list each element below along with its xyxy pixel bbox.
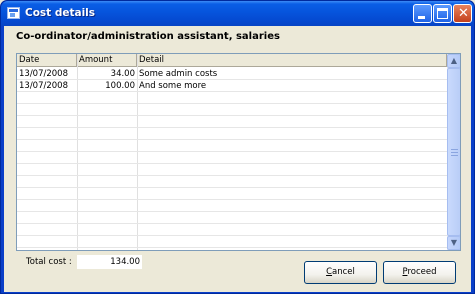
cell-detail[interactable]: Some admin costs bbox=[139, 68, 439, 80]
app-icon[interactable] bbox=[7, 7, 20, 19]
table-row-empty[interactable] bbox=[17, 104, 447, 116]
chevron-up-icon: ▲ bbox=[450, 56, 458, 65]
table-row-empty[interactable] bbox=[17, 152, 447, 164]
page-title: Co-ordinator/administration assistant, s… bbox=[16, 31, 280, 42]
scroll-down-button[interactable]: ▼ bbox=[447, 236, 460, 250]
grid-rows: 13/07/2008 34.00 Some admin costs 13/07/… bbox=[17, 68, 447, 250]
proceed-label: roceed bbox=[407, 267, 437, 277]
grip-icon bbox=[451, 149, 458, 156]
grid-header: Date Amount Detail bbox=[17, 54, 447, 67]
close-icon: ✕ bbox=[458, 6, 469, 21]
total-cost-value: 134.00 bbox=[77, 255, 142, 269]
scroll-up-button[interactable]: ▲ bbox=[447, 54, 460, 68]
maximize-icon bbox=[437, 8, 448, 19]
column-header-date[interactable]: Date bbox=[17, 54, 77, 67]
cell-date[interactable]: 13/07/2008 bbox=[19, 80, 77, 92]
maximize-button[interactable] bbox=[433, 4, 452, 23]
cell-amount[interactable]: 100.00 bbox=[77, 80, 135, 92]
vertical-scrollbar[interactable]: ▲ ▼ bbox=[447, 54, 460, 250]
table-row-empty[interactable] bbox=[17, 140, 447, 152]
title-bar[interactable]: Cost details ✕ bbox=[1, 1, 474, 26]
scroll-thumb[interactable] bbox=[447, 68, 460, 236]
chevron-down-icon: ▼ bbox=[450, 238, 458, 247]
table-row-empty[interactable] bbox=[17, 92, 447, 104]
proceed-button[interactable]: Proceed bbox=[383, 261, 456, 284]
dialog-body: Co-ordinator/administration assistant, s… bbox=[4, 26, 471, 292]
total-cost-label: Total cost : bbox=[26, 257, 72, 267]
close-button[interactable]: ✕ bbox=[453, 4, 472, 23]
table-row[interactable]: 13/07/2008 100.00 And some more bbox=[17, 80, 447, 92]
table-row-empty[interactable] bbox=[17, 164, 447, 176]
minimize-button[interactable] bbox=[413, 4, 432, 23]
table-row-empty[interactable] bbox=[17, 116, 447, 128]
table-row-empty[interactable] bbox=[17, 188, 447, 200]
minimize-icon bbox=[418, 16, 425, 19]
cost-details-window: Cost details ✕ Co-ordinator/administrati… bbox=[0, 0, 475, 294]
cost-grid[interactable]: Date Amount Detail 13/07/2008 34.00 Some… bbox=[16, 53, 461, 251]
table-row[interactable]: 13/07/2008 34.00 Some admin costs bbox=[17, 68, 447, 80]
table-row-empty[interactable] bbox=[17, 212, 447, 224]
table-row-empty[interactable] bbox=[17, 176, 447, 188]
table-row-empty[interactable] bbox=[17, 236, 447, 248]
table-row-empty[interactable] bbox=[17, 224, 447, 236]
column-header-detail[interactable]: Detail bbox=[137, 54, 447, 67]
cancel-label: ancel bbox=[332, 267, 355, 277]
column-header-amount[interactable]: Amount bbox=[77, 54, 137, 67]
window-title: Cost details bbox=[25, 7, 96, 19]
cell-detail[interactable]: And some more bbox=[139, 80, 439, 92]
cell-amount[interactable]: 34.00 bbox=[77, 68, 135, 80]
cancel-button[interactable]: Cancel bbox=[304, 261, 377, 284]
table-row-empty[interactable] bbox=[17, 200, 447, 212]
table-row-empty[interactable] bbox=[17, 128, 447, 140]
cell-date[interactable]: 13/07/2008 bbox=[19, 68, 77, 80]
